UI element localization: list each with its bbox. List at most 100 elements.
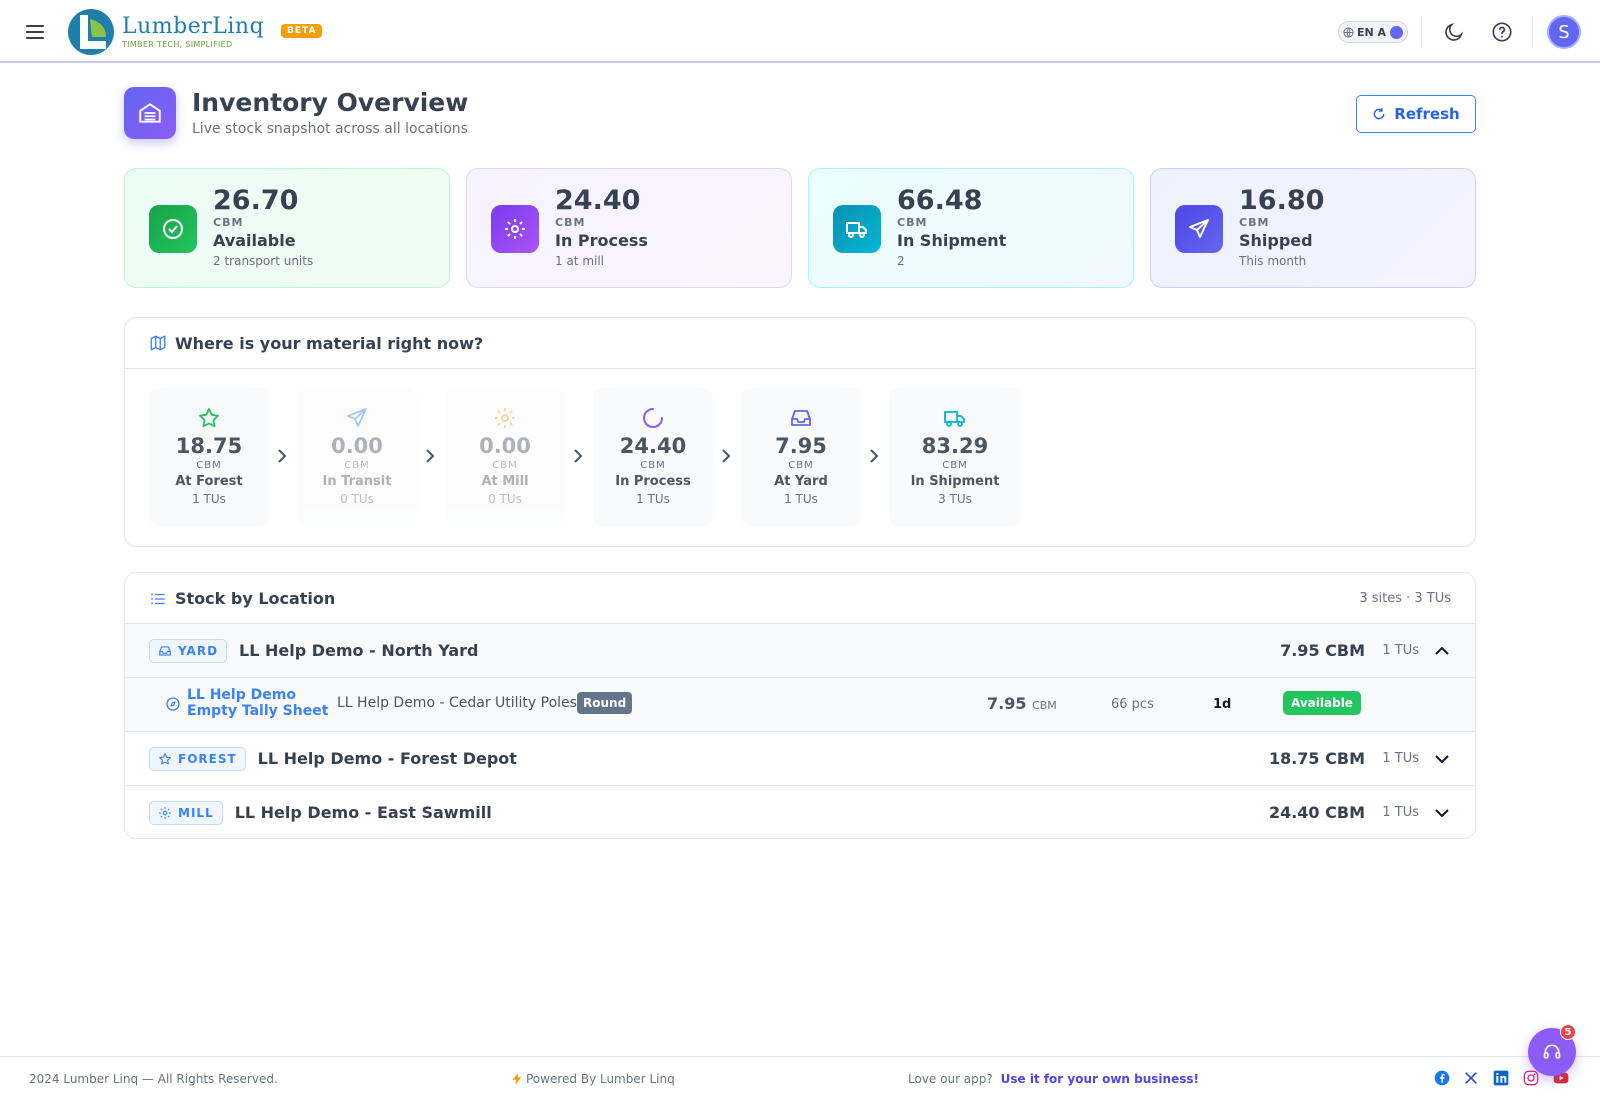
location-cbm: 24.40 CBM [1268,803,1365,822]
star-icon [159,752,171,764]
instagram-icon[interactable] [1523,1070,1539,1086]
flow-stage-in-transit[interactable]: 0.00 CBM In Transit 0 TUs [297,388,417,526]
logo[interactable]: LumberLinq TIMBER TECH, SIMPLIFIED [66,7,264,57]
flow-unit: CBM [788,460,814,471]
chevron-right-icon [426,449,435,463]
truck-icon [833,205,881,253]
page-subtitle: Live stock snapshot across all locations [192,121,468,137]
location-type-badge: FOREST [149,746,246,771]
lightning-icon [512,1073,522,1085]
stat-unit: CBM [555,216,586,229]
stat-label: Available [213,231,296,250]
logo-tagline: TIMBER TECH, SIMPLIFIED [122,40,233,49]
refresh-button[interactable]: Refresh [1356,95,1476,133]
location-type-badge: MILL [149,800,223,825]
stat-card-shipped: 16.80 CBM Shipped This month [1150,168,1476,288]
flow-tus: 1 TUs [192,492,226,506]
tally-sheet-link[interactable]: LL Help Demo Empty Tally Sheet [187,687,328,719]
shape-badge: Round [577,692,633,714]
moon-icon[interactable] [1443,21,1465,43]
powered-by-label: Powered By Lumber Linq [526,1072,675,1086]
item-cbm-value: 7.95 [987,694,1027,713]
tally-line-2: Empty Tally Sheet [187,703,329,719]
love-label: Love our app? [908,1072,993,1086]
location-name: LL Help Demo - East Sawmill [234,803,492,822]
location-type: YARD [178,643,219,658]
flow-value: 24.40 [619,434,687,458]
chevron-right-icon [870,449,879,463]
divider [1421,16,1422,46]
compass-icon [166,697,180,711]
flow-stage-at-yard[interactable]: 7.95 CBM At Yard 1 TUs [741,388,861,526]
stat-label: In Shipment [897,231,1007,250]
location-name: LL Help Demo - Forest Depot [257,749,517,768]
logo-mark-icon [68,9,114,55]
flow-label: In Transit [322,474,392,489]
flow-stage-at-mill[interactable]: 0.00 CBM At Mill 0 TUs [445,388,565,526]
item-pieces: 66 pcs [1111,697,1154,712]
stat-sub: 1 at mill [555,254,605,268]
flow-value: 0.00 [479,434,531,458]
item-age: 1d [1213,697,1232,712]
beta-badge: BETA [281,24,323,38]
divider [1532,16,1533,46]
list-icon [151,593,165,604]
panel-title: Where is your material right now? [175,333,484,353]
flow-tus: 1 TUs [636,492,670,506]
material-flow-panel: Where is your material right now? 18.75 … [124,317,1476,547]
panel-title: Stock by Location [175,589,336,608]
flow-stage-at-forest[interactable]: 18.75 CBM At Forest 1 TUs [149,388,269,526]
gear-icon [491,205,539,253]
refresh-icon [1373,108,1385,120]
chevron-down-icon[interactable] [1433,750,1451,768]
headset-icon [1543,1044,1561,1059]
location-cbm: 18.75 CBM [1268,749,1365,768]
check-circle-icon [149,205,197,253]
send-icon [1175,205,1223,253]
stat-label: In Process [555,231,648,250]
gear-icon [495,408,515,428]
stat-unit: CBM [897,216,928,229]
panel-header: Where is your material right now? [125,318,1475,369]
avatar[interactable]: S [1547,15,1581,49]
flow-value: 83.29 [921,434,989,458]
flow-value: 0.00 [331,434,383,458]
flow-value: 7.95 [775,434,827,458]
location-row-mill[interactable]: MILL LL Help Demo - East Sawmill 24.40 C… [125,785,1475,838]
location-tus: 1 TUs [1382,751,1419,766]
chevron-up-icon[interactable] [1433,642,1451,660]
footer-cta: Love our app? Use it for your own busine… [908,1072,1199,1086]
flow-stage-in-process[interactable]: 24.40 CBM In Process 1 TUs [593,388,713,526]
stat-value: 26.70 [213,185,299,216]
facebook-icon[interactable] [1434,1070,1450,1086]
top-bar: LumberLinq TIMBER TECH, SIMPLIFIED BETA … [0,0,1600,63]
flow-stage-in-shipment[interactable]: 83.29 CBM In Shipment 3 TUs [889,388,1021,526]
stat-card-in-shipment: 66.48 CBM In Shipment 2 [808,168,1134,288]
flow-unit: CBM [196,460,222,471]
chevron-down-icon[interactable] [1433,804,1451,822]
stat-unit: CBM [213,216,244,229]
help-icon[interactable] [1491,21,1513,43]
hamburger-menu-icon[interactable] [26,20,50,44]
send-icon [347,408,367,427]
location-row-forest[interactable]: FOREST LL Help Demo - Forest Depot 18.75… [125,731,1475,785]
x-twitter-icon[interactable] [1463,1070,1479,1086]
product-name: LL Help Demo - Cedar Utility Poles [337,695,577,711]
toggle-knob [1390,25,1403,39]
notification-count-badge: 5 [1560,1024,1576,1040]
location-type-badge: YARD [149,638,228,663]
inbox-icon [159,645,171,656]
linkedin-icon[interactable] [1493,1070,1509,1086]
use-it-link[interactable]: Use it for your own business! [1001,1072,1199,1086]
flow-label: At Mill [481,474,529,489]
flow-unit: CBM [640,460,666,471]
language-toggle[interactable]: EN A [1338,21,1408,43]
globe-icon [1343,26,1354,38]
star-icon [199,408,219,428]
flow-unit: CBM [492,460,518,471]
location-row-yard[interactable]: YARD LL Help Demo - North Yard 7.95 CBM … [125,623,1475,677]
stat-sub: 2 [897,254,905,268]
chevron-right-icon [722,449,731,463]
stat-sub: 2 transport units [213,254,314,268]
flow-unit: CBM [344,460,370,471]
